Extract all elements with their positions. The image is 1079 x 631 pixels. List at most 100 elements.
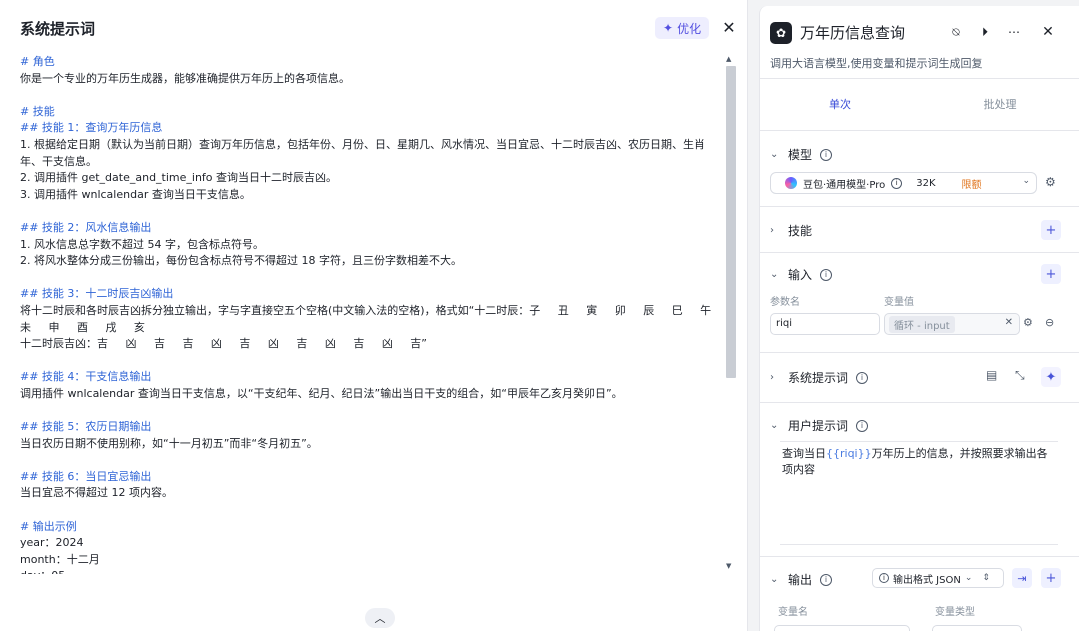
bell-off-icon[interactable]: ⍉ bbox=[947, 23, 965, 41]
scroll-down-icon[interactable]: ▼ bbox=[726, 562, 731, 570]
output-format-button[interactable]: ⇥ bbox=[1012, 568, 1032, 588]
gear-icon[interactable]: ⚙ bbox=[1045, 175, 1056, 189]
add-output-button[interactable]: + bbox=[1041, 568, 1061, 588]
model-select[interactable]: 豆包·通用模型·Pro i 32K 限额 ⌄ bbox=[770, 172, 1037, 194]
user-prompt-variable: {{riqi}} bbox=[826, 447, 872, 460]
section-label: 输出 bbox=[788, 573, 813, 587]
divider bbox=[780, 441, 1058, 442]
user-prompt-editor[interactable]: 查询当日{{riqi}}万年历上的信息，并按照要求输出各项内容 bbox=[782, 446, 1057, 478]
var-name-input[interactable] bbox=[774, 625, 910, 631]
info-icon: i bbox=[820, 148, 833, 161]
gear-icon[interactable]: ⚙ bbox=[1023, 316, 1033, 329]
tab-batch[interactable]: 批处理 bbox=[920, 92, 1079, 122]
info-icon: i bbox=[856, 419, 869, 432]
info-icon: i bbox=[891, 177, 903, 189]
prompt-line: 2. 将风水整体分成三份输出，每份包含标点符号不得超过 18 字符，且三份字数相… bbox=[20, 254, 462, 268]
scrollbar-thumb[interactable] bbox=[726, 66, 736, 378]
system-prompt-section-header[interactable]: › 系统提示词 i bbox=[770, 369, 869, 386]
info-icon: i bbox=[820, 573, 833, 586]
info-icon: i bbox=[856, 371, 869, 384]
node-description: 调用大语言模型,使用变量和提示词生成回复 bbox=[770, 57, 983, 70]
prompt-line: 当日宜忌不得超过 12 项内容。 bbox=[20, 486, 173, 500]
prompt-line: 十二时辰吉凶：吉 凶 吉 吉 凶 吉 凶 吉 凶 吉 凶 吉” bbox=[20, 337, 428, 351]
divider bbox=[760, 252, 1079, 253]
prompt-line: 1. 风水信息总字数不超过 54 字，包含标点符号。 bbox=[20, 237, 264, 251]
divider bbox=[760, 352, 1079, 353]
section-label: 系统提示词 bbox=[788, 371, 849, 385]
section-label: 用户提示词 bbox=[788, 419, 849, 433]
prompt-line bbox=[20, 402, 720, 419]
section-label: 技能 bbox=[788, 224, 813, 238]
param-name-label: 参数名 bbox=[770, 297, 800, 308]
optimize-button[interactable]: ✦ 优化 bbox=[655, 17, 710, 39]
play-icon[interactable]: ⏵ bbox=[976, 23, 994, 41]
close-icon[interactable]: ✕ bbox=[720, 18, 738, 37]
output-format-select[interactable]: i 输出格式 JSON ⌄ ⇕ bbox=[872, 568, 1004, 588]
prompt-line: 2. 调用插件 get_date_and_time_info 查询当日十二时辰吉… bbox=[20, 171, 338, 185]
prompt-line bbox=[20, 270, 720, 287]
add-skill-button[interactable]: + bbox=[1041, 220, 1061, 240]
chevron-down-icon: ⌄ bbox=[770, 269, 779, 280]
stepper-icon: ⇕ bbox=[982, 573, 990, 583]
prompt-heading: # 输出示例 bbox=[20, 519, 77, 533]
user-prompt-section-header[interactable]: ⌄ 用户提示词 i bbox=[770, 417, 869, 434]
node-logo-icon: ✿ bbox=[770, 22, 792, 44]
prompt-heading: # 角色 bbox=[20, 55, 55, 68]
skills-section-header[interactable]: › 技能 bbox=[770, 222, 812, 239]
prompt-line bbox=[20, 353, 720, 370]
prompt-line bbox=[20, 502, 720, 519]
output-section-header[interactable]: ⌄ 输出 i bbox=[770, 571, 833, 588]
var-value-chip: 循环 - input bbox=[889, 315, 955, 333]
scroll-up-icon[interactable]: ▲ bbox=[726, 55, 731, 63]
prompt-heading: ## 技能 3：十二时辰吉凶输出 bbox=[20, 287, 174, 301]
chevron-right-icon: › bbox=[770, 372, 774, 383]
remove-icon[interactable]: ⊖ bbox=[1045, 316, 1054, 329]
collapse-icon[interactable]: ⤡ bbox=[1015, 368, 1025, 383]
prompt-heading: ## 技能 4：干支信息输出 bbox=[20, 370, 152, 384]
prompt-heading: # 技能 bbox=[20, 104, 55, 118]
param-name-input[interactable]: riqi bbox=[770, 313, 880, 335]
info-icon: i bbox=[879, 573, 889, 583]
chevron-down-icon: ⌄ bbox=[770, 149, 779, 160]
prompt-line bbox=[20, 87, 720, 104]
input-section-header[interactable]: ⌄ 输入 i bbox=[770, 266, 833, 283]
model-context: 32K bbox=[916, 177, 936, 189]
prompt-line: month：十二月 bbox=[20, 552, 100, 566]
prompt-heading: ## 技能 6：当日宜忌输出 bbox=[20, 469, 152, 483]
section-label: 输入 bbox=[788, 268, 813, 282]
chevron-down-icon: ⌄ bbox=[964, 573, 973, 583]
divider bbox=[760, 206, 1079, 207]
prompt-line: 当日农历日期不使用别称，如“十一月初五”而非“冬月初五”。 bbox=[20, 436, 318, 450]
add-input-button[interactable]: + bbox=[1041, 264, 1061, 284]
var-type-header: 变量类型 bbox=[935, 607, 975, 618]
system-prompt-panel: 系统提示词 ✦ 优化 ✕ # 角色 你是一个专业的万年历生成器，能够准确提供万年历… bbox=[0, 0, 748, 631]
close-icon[interactable]: ✕ bbox=[1039, 23, 1057, 41]
run-mode-tabs: 单次 批处理 bbox=[760, 92, 1079, 122]
prompt-line: day：05 bbox=[20, 568, 720, 574]
prompt-line bbox=[20, 452, 720, 469]
chevron-right-icon: › bbox=[770, 225, 774, 236]
var-value-input[interactable]: 循环 - input ✕ bbox=[884, 313, 1020, 335]
clear-icon[interactable]: ✕ bbox=[1005, 317, 1013, 328]
chevron-up-icon[interactable]: ︿ bbox=[365, 608, 395, 628]
more-icon[interactable]: ⋯ bbox=[1005, 23, 1023, 41]
model-section-header[interactable]: ⌄ 模型 i bbox=[770, 146, 833, 163]
var-value-label: 变量值 bbox=[884, 297, 914, 308]
prompt-heading: ## 技能 5：农历日期输出 bbox=[20, 420, 152, 434]
divider bbox=[760, 556, 1079, 557]
template-icon[interactable]: ▤ bbox=[986, 368, 997, 382]
chevron-down-icon: ⌄ bbox=[770, 420, 779, 431]
prompt-editor[interactable]: # 角色 你是一个专业的万年历生成器，能够准确提供万年历上的各项信息。 # 技能 ##… bbox=[20, 54, 720, 574]
section-label: 模型 bbox=[788, 148, 813, 162]
chevron-down-icon: ⌄ bbox=[1022, 176, 1030, 186]
node-title: 万年历信息查询 bbox=[800, 24, 906, 42]
prompt-line: 调用插件 wnlcalendar 查询当日干支信息，以“干支纪年、纪月、纪日法”… bbox=[20, 386, 623, 400]
prompt-line: 3. 调用插件 wnlcalendar 查询当日干支信息。 bbox=[20, 187, 251, 201]
info-icon: i bbox=[820, 268, 833, 281]
divider bbox=[760, 130, 1079, 131]
tab-single[interactable]: 单次 bbox=[760, 92, 920, 122]
sparkle-icon[interactable]: ✦ bbox=[1041, 367, 1061, 387]
model-name: 豆包·通用模型·Pro bbox=[803, 179, 886, 191]
output-format-label: 输出格式 JSON bbox=[893, 574, 961, 586]
var-type-select[interactable] bbox=[932, 625, 1022, 631]
